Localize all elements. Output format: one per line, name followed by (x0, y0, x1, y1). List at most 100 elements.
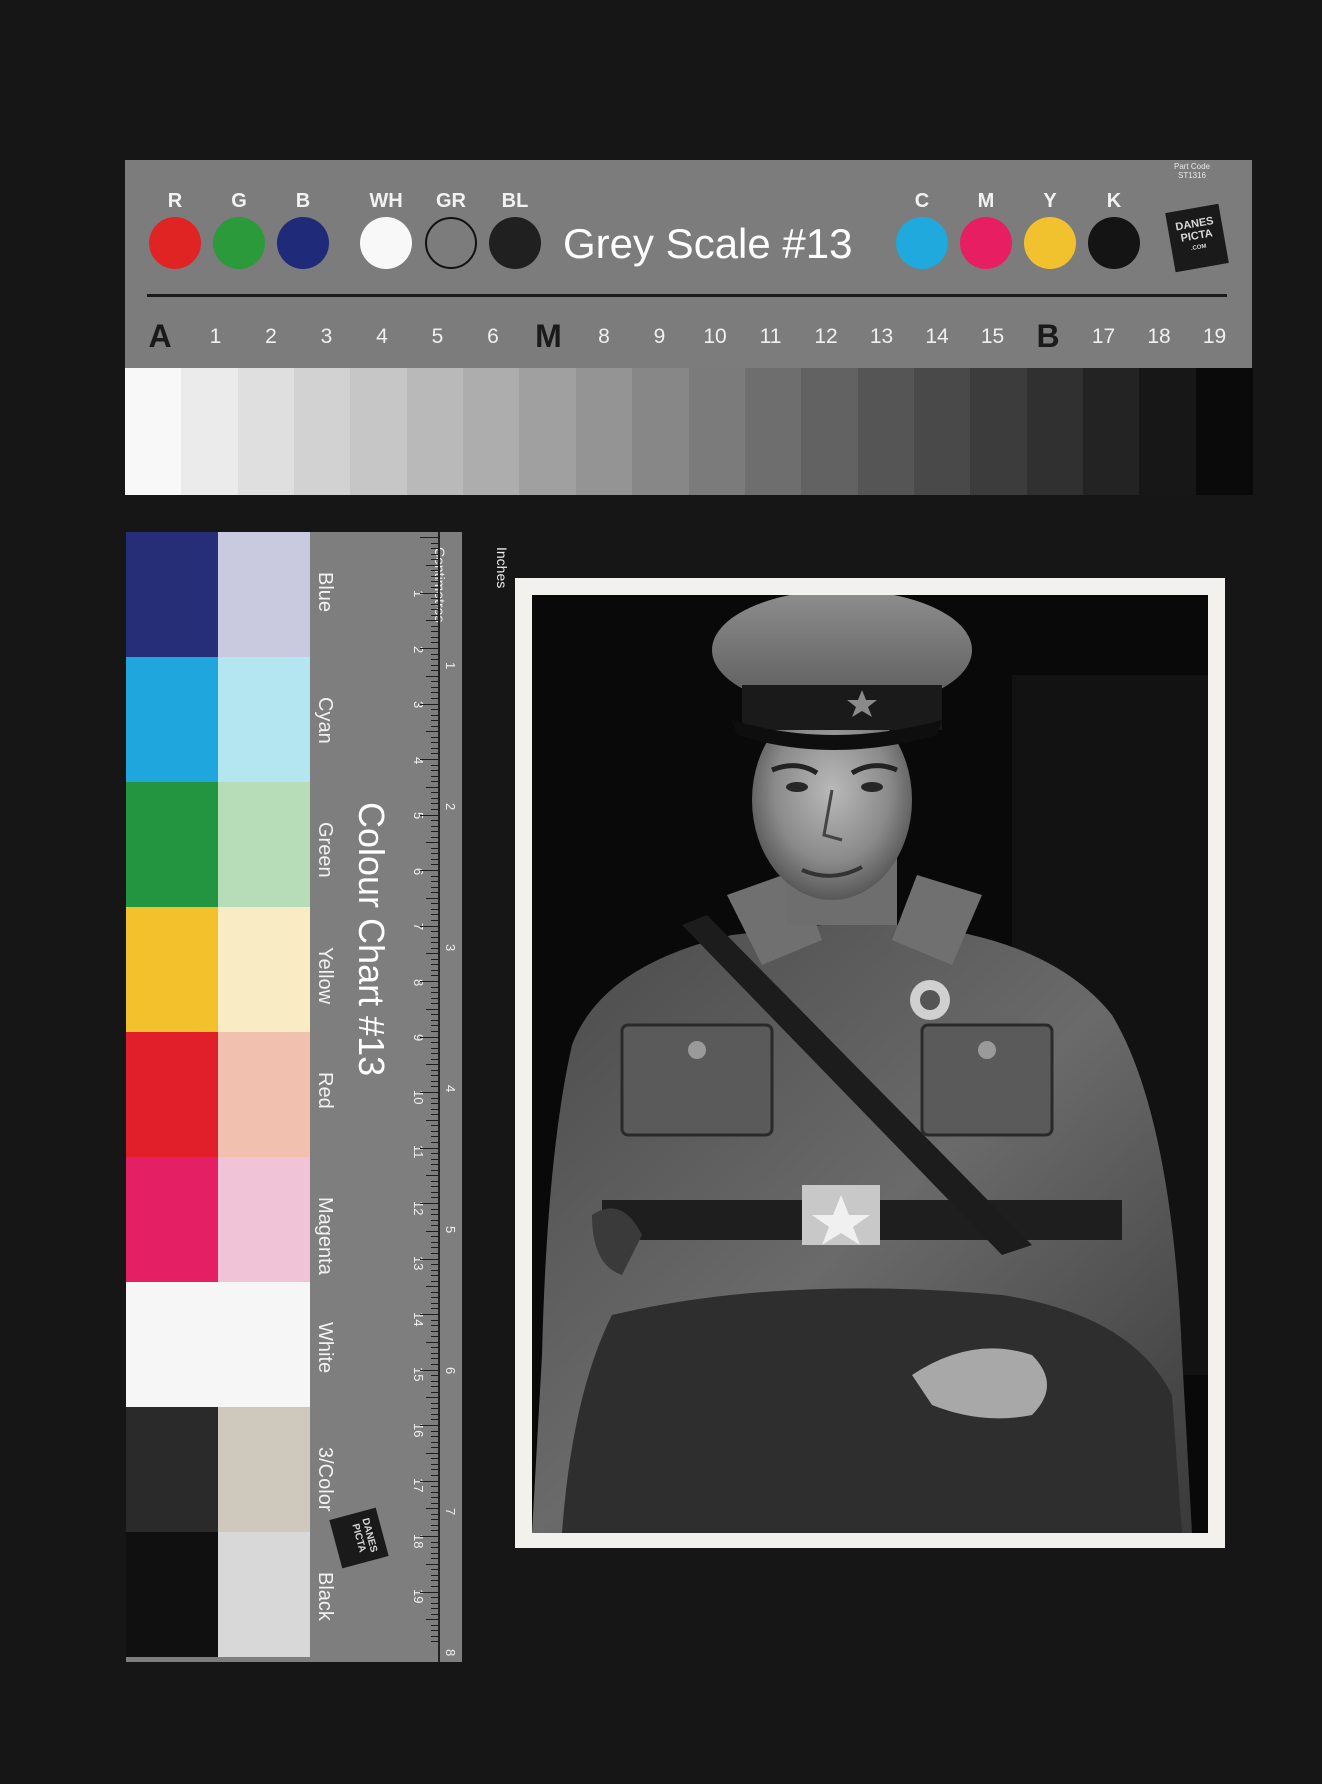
ruler-tick (431, 1264, 438, 1266)
ruler-inch-number: 7 (443, 1508, 458, 1516)
ruler-tick (431, 614, 438, 616)
ruler-tick (431, 942, 438, 944)
swatch-label-k: K (1106, 190, 1122, 212)
ruler-tick (431, 1419, 438, 1421)
patch-green-dark (126, 782, 218, 907)
ruler-tick (420, 592, 438, 594)
ruler-tick (431, 792, 438, 794)
ruler-tick (431, 1585, 438, 1587)
ruler-tick (431, 1164, 438, 1166)
ruler-tick (431, 1153, 438, 1155)
ruler-tick (431, 681, 438, 683)
ruler-tick (420, 537, 438, 538)
ruler-tick (431, 725, 438, 727)
ruler-tick (426, 1397, 438, 1399)
ruler-tick (431, 1225, 438, 1227)
patch-yellow-dark (126, 907, 218, 1032)
ruler-tick (431, 1252, 438, 1254)
grey-step-patch (463, 368, 521, 495)
ruler-tick (431, 1280, 438, 1282)
ruler-tick (431, 853, 438, 855)
ruler-tick (431, 1330, 438, 1332)
grey-step-patch (688, 368, 746, 495)
grey-step-patch (1195, 368, 1253, 495)
ruler-tick (431, 1363, 438, 1365)
ruler-tick (431, 636, 438, 638)
ruler-tick (431, 1297, 438, 1299)
ruler-tick (431, 1602, 438, 1604)
patch-white-dark (126, 1282, 218, 1407)
patch-blue-light (218, 532, 310, 657)
grey-step-label: 2 (265, 325, 277, 348)
ruler-tick (431, 1086, 438, 1088)
ruler-tick (426, 1119, 438, 1121)
ruler-tick (431, 1042, 438, 1044)
ruler-tick (431, 1030, 438, 1032)
ruler-tick (431, 1108, 438, 1110)
ruler-tick (431, 931, 438, 933)
scan-canvas: Part Code ST1316 Grey Scale #13 DANES PI… (0, 0, 1322, 1784)
ruler-tick (420, 925, 438, 927)
ruler-tick (431, 1386, 438, 1388)
ruler-tick (431, 1436, 438, 1438)
ruler-tick (431, 1347, 438, 1349)
ruler-tick (431, 714, 438, 716)
grey-step-label: 4 (376, 325, 388, 348)
patch-3-color-dark (126, 1407, 218, 1532)
ruler-tick (431, 764, 438, 766)
swatch-label-bl: BL (501, 190, 529, 212)
ruler-tick (431, 969, 438, 971)
ruler-tick (420, 1036, 438, 1038)
ruler-tick (420, 1314, 438, 1315)
ruler-tick (420, 1480, 438, 1482)
ruler-tick (431, 958, 438, 960)
ruler-tick (431, 548, 438, 550)
ruler-tick (431, 1302, 438, 1304)
ruler-cm-number: 9 (411, 1034, 426, 1042)
ruler-cm-number: 5 (411, 812, 426, 820)
swatch-label-y: Y (1043, 190, 1057, 212)
grey-step-label: B (1036, 318, 1060, 354)
ruler-tick (431, 803, 438, 805)
ruler-tick (431, 975, 438, 977)
ruler-tick (431, 1186, 438, 1188)
ruler-tick (431, 770, 438, 772)
grey-step-label: 17 (1091, 325, 1116, 348)
ruler-tick (426, 1286, 438, 1288)
ruler-tick (431, 1486, 438, 1488)
ruler-tick (431, 1358, 438, 1360)
colour-chart-card: Colour Chart #13 Inches Centimetres DANE… (126, 532, 510, 1662)
grey-step-label: 19 (1202, 325, 1227, 348)
ruler-tick (431, 1613, 438, 1615)
ruler-tick (431, 1308, 438, 1310)
grey-scale-title: Grey Scale #13 (563, 220, 853, 267)
ruler-tick (420, 981, 438, 982)
ruler-tick (431, 858, 438, 860)
ruler-tick (431, 1114, 438, 1116)
ruler-tick (426, 1008, 438, 1010)
patch-white-light (218, 1282, 310, 1407)
swatch-label-c: C (914, 190, 930, 212)
ruler-tick (431, 1624, 438, 1626)
ruler-tick (426, 842, 438, 844)
ruler-tick (431, 1275, 438, 1277)
soldier-portrait-image (532, 595, 1208, 1533)
ruler-tick (431, 753, 438, 755)
ruler-tick (431, 1053, 438, 1055)
ruler-tick (431, 847, 438, 849)
ruler-tick (431, 1380, 438, 1382)
grey-step-patch (237, 368, 296, 495)
ruler-tick (431, 747, 438, 749)
color-swatch-gr (425, 217, 477, 269)
ruler-tick (431, 936, 438, 938)
patch-name: Green (314, 822, 336, 878)
ruler-tick (431, 697, 438, 699)
ruler-tick (431, 1214, 438, 1216)
ruler-tick (431, 1375, 438, 1377)
swatch-label-gr: GR (436, 190, 466, 212)
ruler-tick (431, 1441, 438, 1443)
color-swatch-c (896, 217, 948, 269)
ruler-tick (431, 1336, 438, 1338)
grey-step-patch (1082, 368, 1141, 495)
grey-step-label: 5 (431, 325, 444, 348)
